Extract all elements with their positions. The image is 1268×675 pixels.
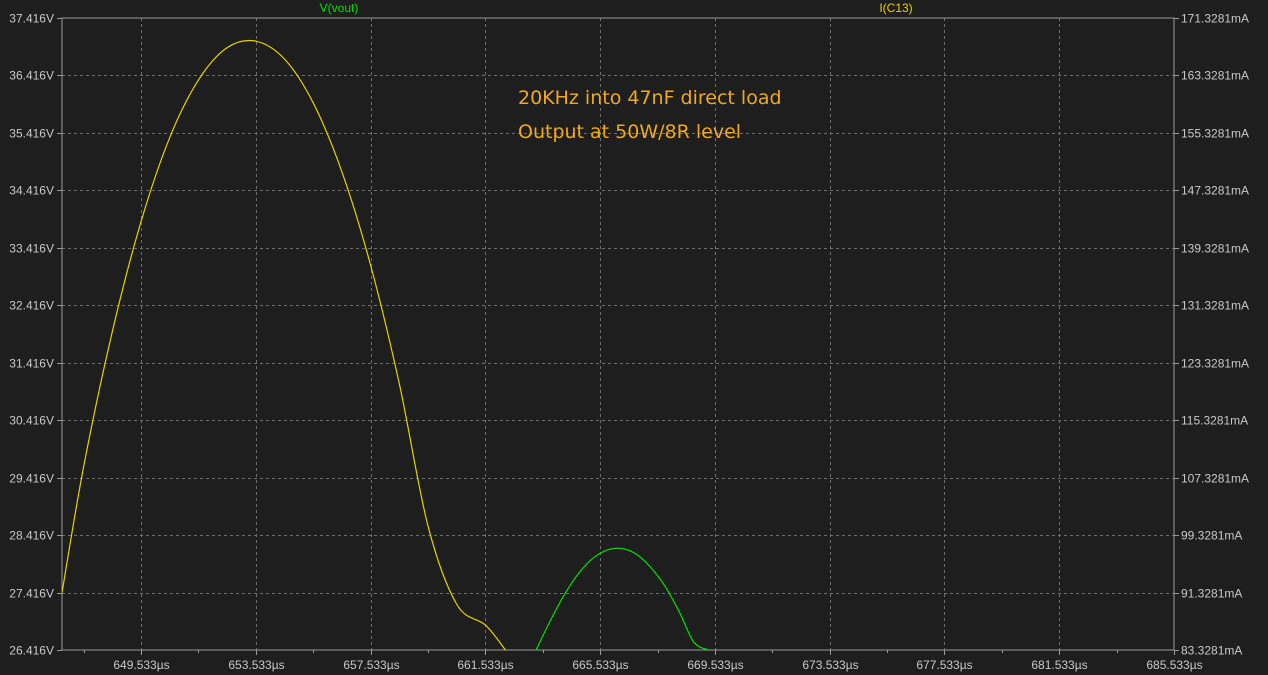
waveform-plot: 649.533µs 653.533µs 657.533µs 661.533µs 665.… [0,0,1268,675]
left-tick-label: 29.416V [9,472,54,486]
right-tick-label: 163.3281mA [1181,69,1249,83]
right-tick-label: 131.3281mA [1181,299,1249,313]
x-tick-label: 681.533µs [1031,658,1087,672]
right-tick-label: 91.3281mA [1181,587,1242,601]
left-tick-label: 30.416V [9,414,54,428]
left-tick-label: 27.416V [9,587,54,601]
left-tick-label: 26.416V [9,644,54,658]
x-tick-label: 669.533µs [687,658,743,672]
right-tick-label: 171.3281mA [1181,12,1249,26]
right-tick-label: 83.3281mA [1181,644,1242,658]
left-tick-label: 28.416V [9,529,54,543]
left-tick-label: 37.416V [9,12,54,26]
right-tick-label: 99.3281mA [1181,529,1242,543]
left-tick-label: 36.416V [9,69,54,83]
x-tick-label: 673.533µs [802,658,858,672]
right-tick-label: 155.3281mA [1181,127,1249,141]
x-tick-label: 685.533µs [1146,658,1202,672]
right-tick-label: 107.3281mA [1181,472,1249,486]
annotation-line-1: 20KHz into 47nF direct load [518,87,782,109]
x-tick-label: 677.533µs [916,658,972,672]
left-tick-label: 32.416V [9,299,54,313]
left-tick-label: 33.416V [9,242,54,256]
trace-title-ic13[interactable]: I(C13) [879,1,912,15]
trace-title-vout[interactable]: V(vout) [320,1,359,15]
right-tick-label: 123.3281mA [1181,357,1249,371]
x-tick-label: 661.533µs [457,658,513,672]
right-tick-label: 115.3281mA [1181,414,1248,428]
left-tick-label: 34.416V [9,184,54,198]
left-tick-label: 31.416V [9,357,54,371]
right-tick-label: 139.3281mA [1181,242,1249,256]
annotation-line-2: Output at 50W/8R level [518,121,741,143]
x-tick-label: 665.533µs [572,658,628,672]
left-tick-label: 35.416V [9,127,54,141]
x-tick-label: 653.533µs [228,658,284,672]
x-tick-label: 657.533µs [343,658,399,672]
right-tick-label: 147.3281mA [1181,184,1249,198]
x-tick-label: 649.533µs [113,658,169,672]
